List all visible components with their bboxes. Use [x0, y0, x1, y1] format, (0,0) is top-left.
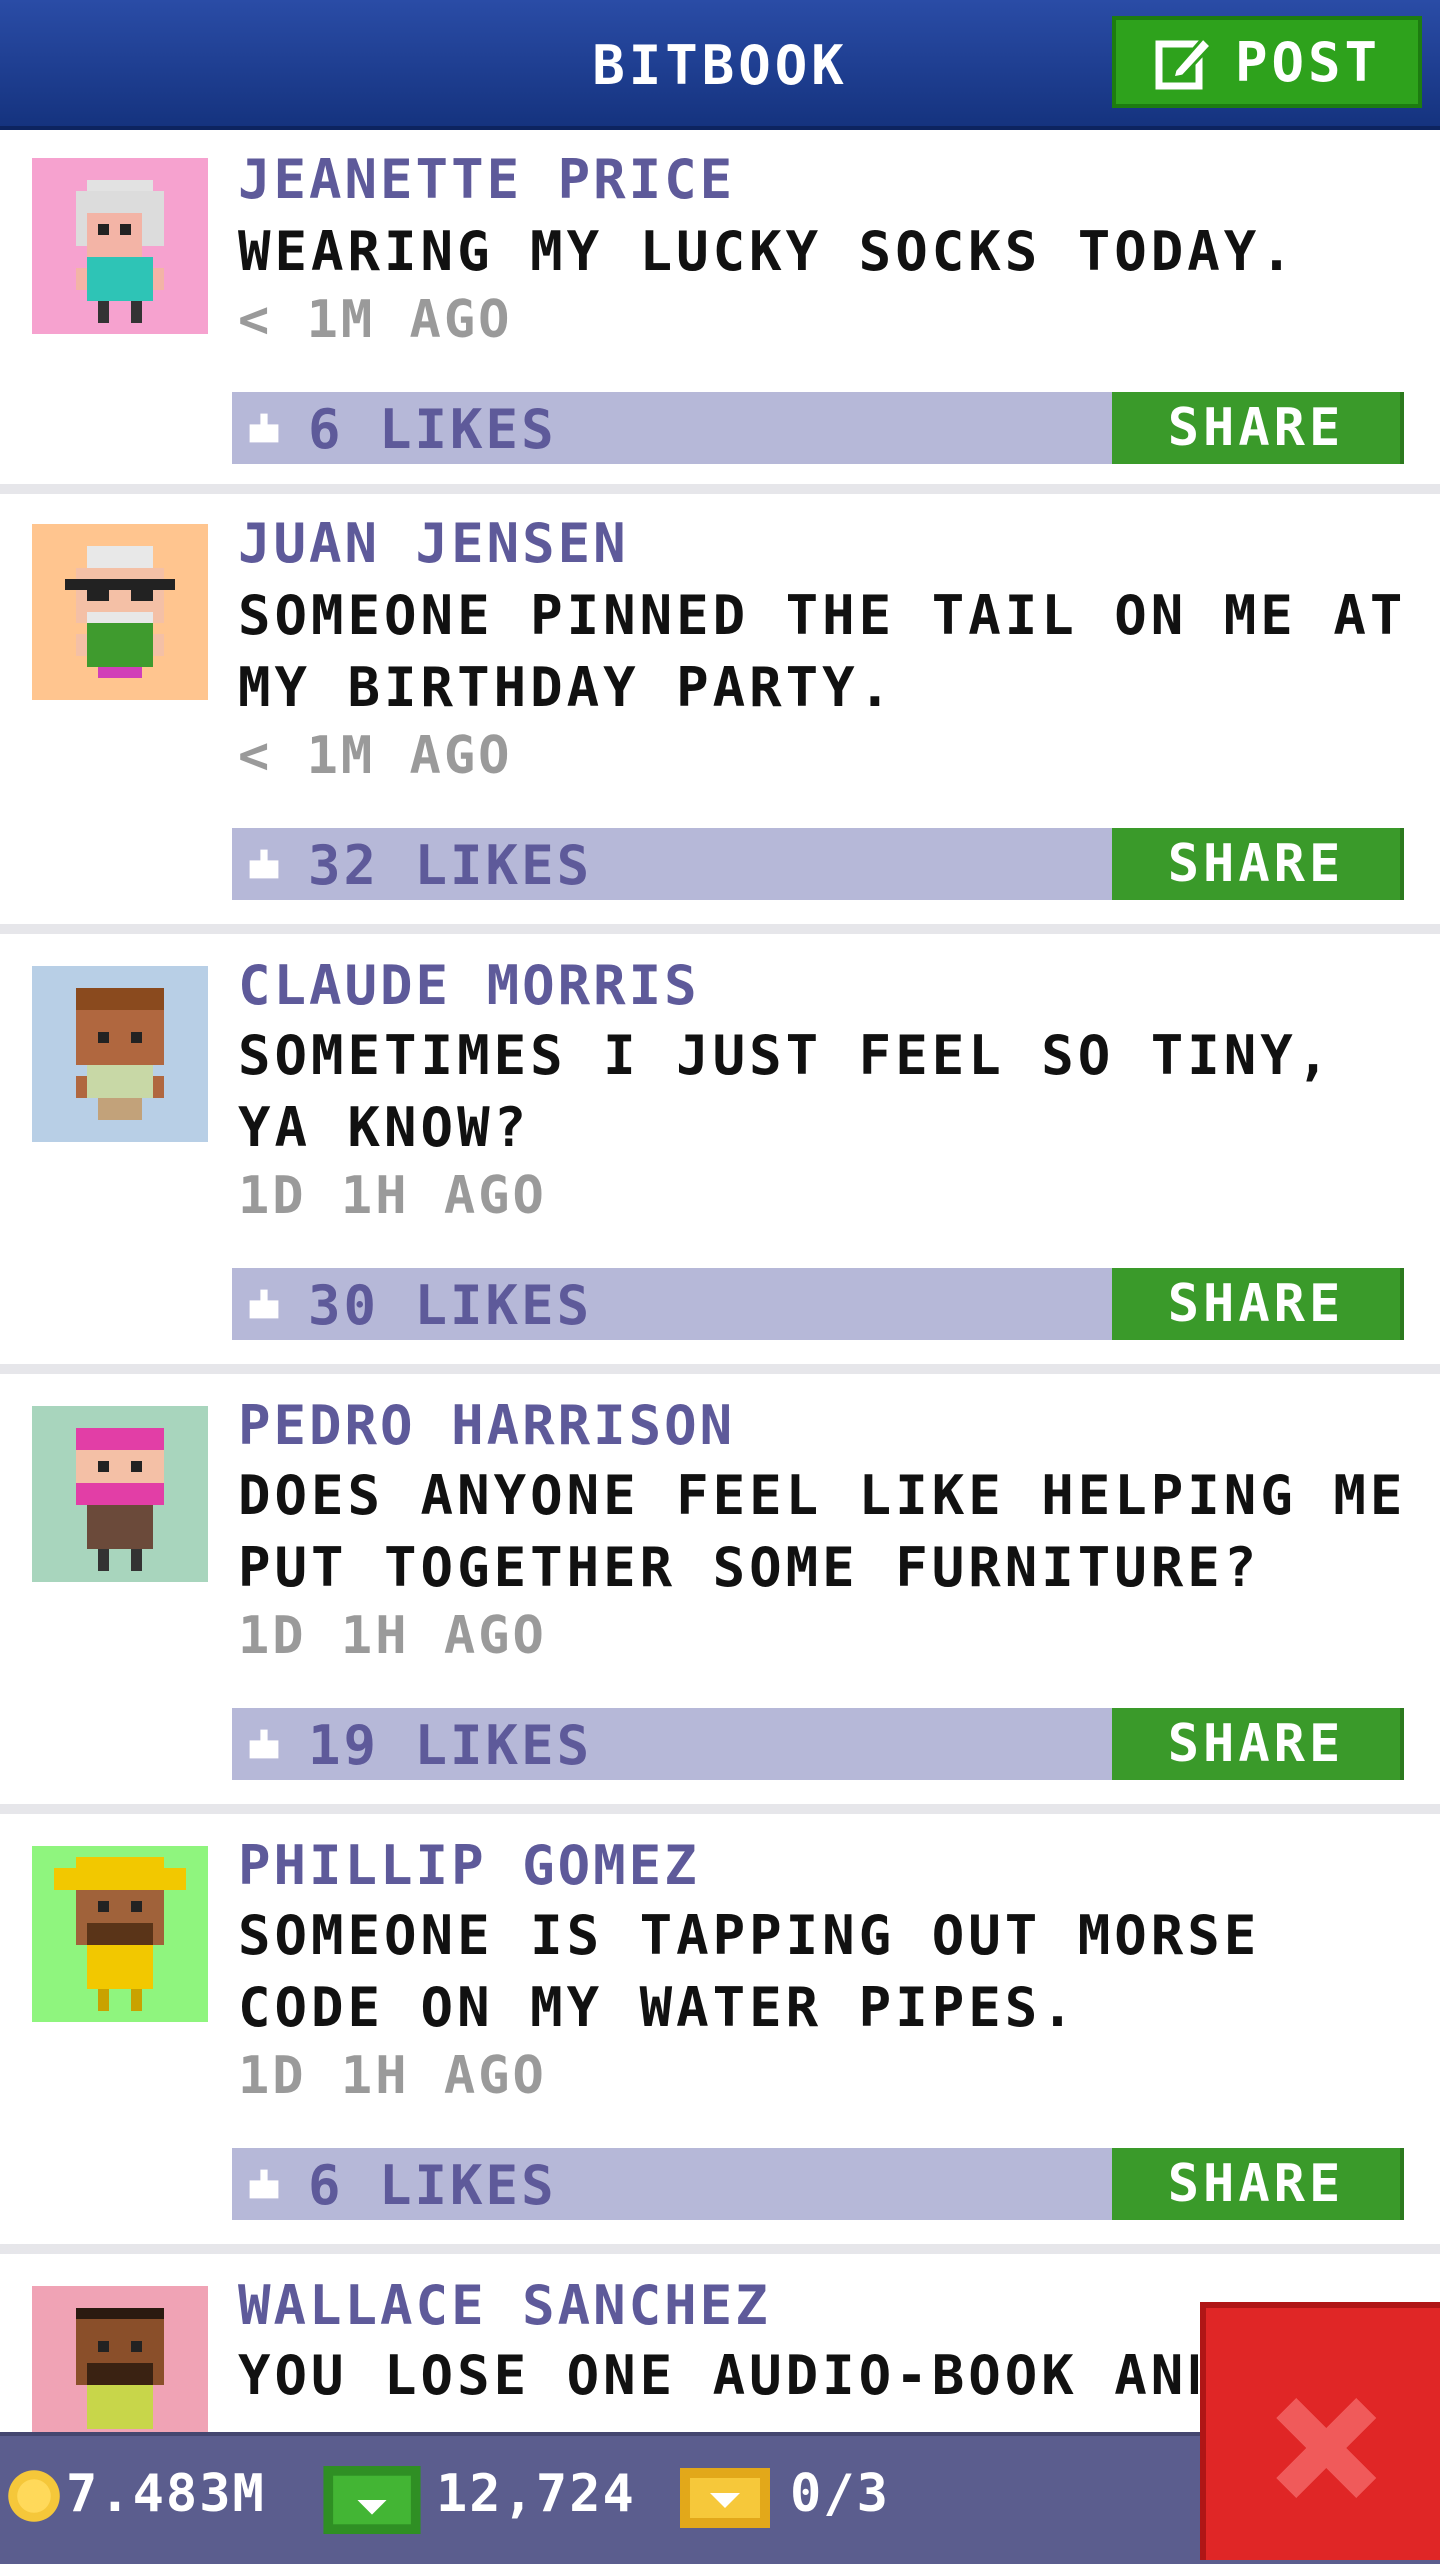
post-author[interactable]: PEDRO HARRISON: [238, 1394, 735, 1457]
post-author[interactable]: JEANETTE PRICE: [238, 148, 735, 211]
post-time: 1D 1H AGO: [238, 1606, 547, 1666]
close-button[interactable]: [1200, 2302, 1440, 2560]
post-text: YOU LOSE ONE AUDIO-BOOK AND: [238, 2344, 1198, 2407]
like-bar: 30 LIKES SHARE: [232, 1268, 1404, 1340]
like-count: 6 LIKES: [308, 2154, 557, 2217]
like-bar: 32 LIKES SHARE: [232, 828, 1404, 900]
post-text: SOMEONE IS TAPPING OUT MORSE CODE ON MY …: [238, 1904, 1261, 2039]
feed-post: JEANETTE PRICE WEARING MY LUCKY SOCKS TO…: [0, 130, 1440, 494]
feed-post: PEDRO HARRISON DOES ANYONE FEEL LIKE HEL…: [0, 1374, 1440, 1814]
bux-icon: [323, 2466, 421, 2534]
feed-post: PHILLIP GOMEZ SOMEONE IS TAPPING OUT MOR…: [0, 1814, 1440, 2254]
feed-post: CLAUDE MORRIS SOMETIMES I JUST FEEL SO T…: [0, 934, 1440, 1374]
post-time: 1D 1H AGO: [238, 2046, 547, 2106]
tickets-count: 0/3: [790, 2464, 890, 2524]
post-text: DOES ANYONE FEEL LIKE HELPING ME PUT TOG…: [238, 1464, 1407, 1599]
like-count: 6 LIKES: [308, 398, 557, 461]
post-author[interactable]: CLAUDE MORRIS: [238, 954, 700, 1017]
post-text: SOMETIMES I JUST FEEL SO TINY, YA KNOW?: [238, 1024, 1334, 1159]
feed-post: JUAN JENSEN SOMEONE PINNED THE TAIL ON M…: [0, 494, 1440, 934]
avatar[interactable]: [32, 966, 208, 1142]
thumbs-up-icon[interactable]: [246, 410, 282, 446]
post-text: SOMEONE PINNED THE TAIL ON ME AT MY BIRT…: [238, 584, 1407, 719]
post-time: 1D 1H AGO: [238, 1166, 547, 1226]
post-author[interactable]: PHILLIP GOMEZ: [238, 1834, 700, 1897]
coins-count: 7.483M: [66, 2464, 266, 2524]
post-author[interactable]: JUAN JENSEN: [238, 512, 629, 575]
bux-count: 12,724: [436, 2464, 636, 2524]
avatar[interactable]: [32, 524, 208, 700]
avatar[interactable]: [32, 1406, 208, 1582]
avatar[interactable]: [32, 158, 208, 334]
post-author[interactable]: WALLACE SANCHEZ: [238, 2274, 771, 2337]
ticket-icon: [680, 2468, 770, 2528]
post-button-label: POST: [1234, 30, 1382, 94]
like-bar: 6 LIKES SHARE: [232, 2148, 1404, 2220]
app-header: BITBOOK POST: [0, 0, 1440, 130]
post-time: < 1M AGO: [238, 290, 513, 350]
coin-icon: [8, 2470, 60, 2522]
thumbs-up-icon[interactable]: [246, 1286, 282, 1322]
thumbs-up-icon[interactable]: [246, 846, 282, 882]
share-button[interactable]: SHARE: [1112, 2148, 1404, 2220]
share-button[interactable]: SHARE: [1112, 828, 1404, 900]
like-count: 19 LIKES: [308, 1714, 593, 1777]
close-icon: [1276, 2398, 1376, 2498]
share-button[interactable]: SHARE: [1112, 392, 1404, 464]
like-bar: 6 LIKES SHARE: [232, 392, 1404, 464]
thumbs-up-icon[interactable]: [246, 1726, 282, 1762]
like-bar: 19 LIKES SHARE: [232, 1708, 1404, 1780]
thumbs-up-icon[interactable]: [246, 2166, 282, 2202]
post-button[interactable]: POST: [1112, 16, 1422, 108]
post-text: WEARING MY LUCKY SOCKS TODAY.: [238, 220, 1297, 283]
like-count: 32 LIKES: [308, 834, 593, 897]
share-button[interactable]: SHARE: [1112, 1268, 1404, 1340]
share-button[interactable]: SHARE: [1112, 1708, 1404, 1780]
like-count: 30 LIKES: [308, 1274, 593, 1337]
avatar[interactable]: [32, 1846, 208, 2022]
compose-icon: [1155, 35, 1213, 90]
post-time: < 1M AGO: [238, 726, 513, 786]
